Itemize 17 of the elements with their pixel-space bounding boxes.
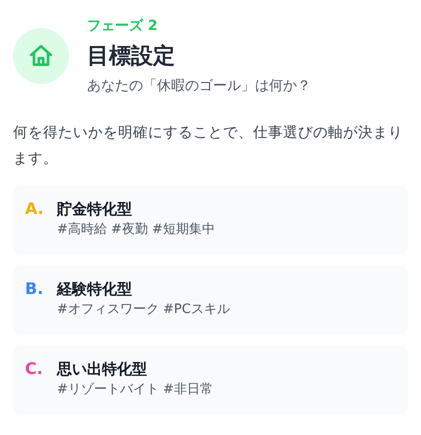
option-letter: A. — [25, 198, 45, 220]
option-letter: C. — [25, 358, 44, 380]
option-card[interactable]: A. 貯金特化型 #高時給 #夜勤 #短期集中 — [13, 186, 408, 254]
option-title: 思い出特化型 — [57, 359, 148, 380]
home-icon — [28, 43, 54, 69]
option-tags: #オフィスワーク #PCスキル — [57, 300, 230, 320]
option-title: 貯金特化型 — [57, 199, 133, 220]
subtitle: あなたの「休暇のゴール」は何か？ — [87, 77, 311, 96]
phase-label: フェーズ 2 — [87, 17, 159, 36]
page-title: 目標設定 — [87, 42, 176, 71]
option-letter: B. — [25, 278, 44, 300]
option-card[interactable]: B. 経験特化型 #オフィスワーク #PCスキル — [13, 266, 408, 334]
option-tags: #リゾートバイト #非日常 — [57, 380, 213, 400]
description: 何を得たいかを明確にすることで、仕事選びの軸が決まります。 — [13, 124, 404, 169]
option-tags: #高時給 #夜勤 #短期集中 — [57, 220, 215, 240]
option-card[interactable]: C. 思い出特化型 #リゾートバイト #非日常 — [13, 346, 408, 414]
option-title: 経験特化型 — [57, 279, 133, 300]
